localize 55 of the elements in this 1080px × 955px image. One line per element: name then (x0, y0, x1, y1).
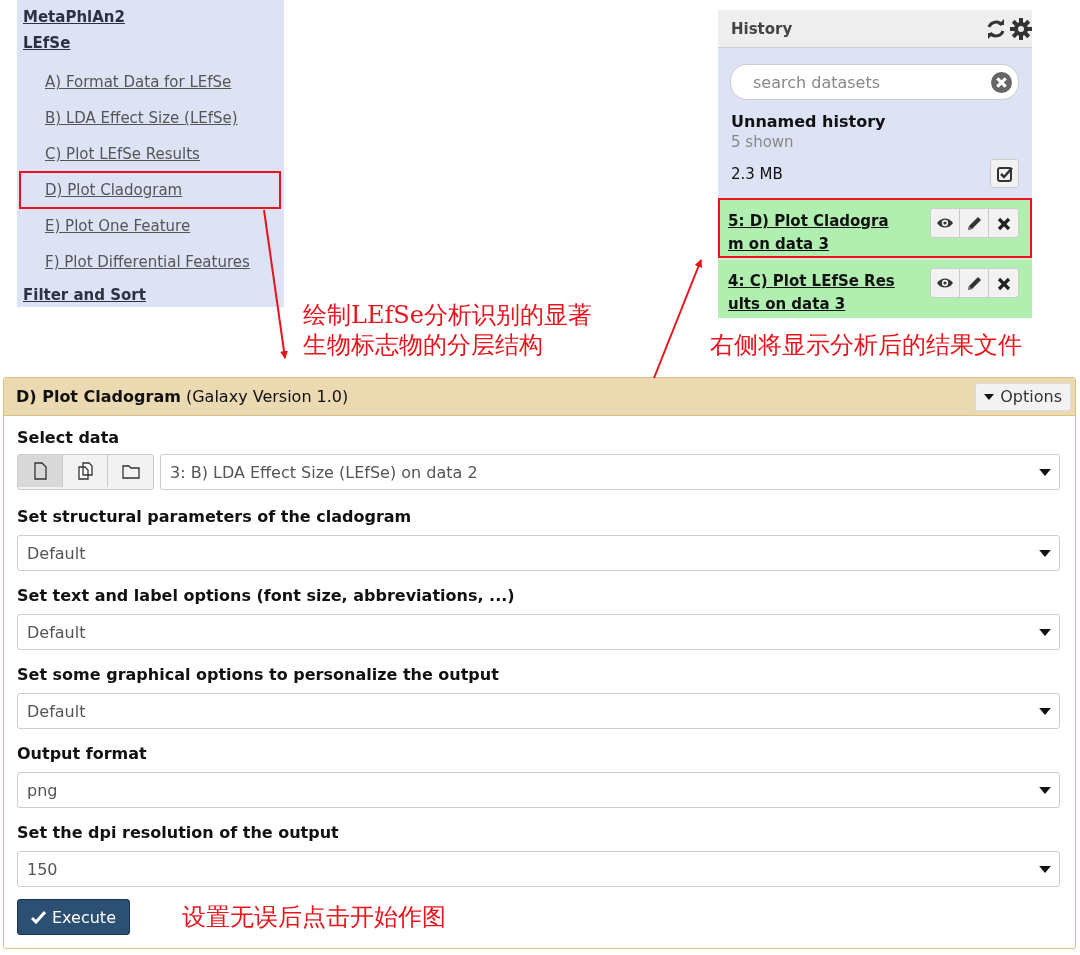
caret-icon (1039, 786, 1051, 794)
tool-link[interactable]: C) Plot LEfSe Results (45, 145, 200, 163)
select-field[interactable]: Default (17, 693, 1060, 729)
clear-icon[interactable] (991, 71, 1012, 93)
caret-icon (984, 393, 995, 400)
check-icon (31, 910, 46, 924)
checkbox-icon (995, 164, 1014, 183)
select-field[interactable]: Default (17, 614, 1060, 650)
tool-link[interactable]: E) Plot One Feature (45, 217, 191, 235)
select-field[interactable]: png (17, 772, 1060, 808)
tool-link[interactable]: F) Plot Differential Features (45, 253, 250, 271)
search-field[interactable]: search datasets (730, 64, 1019, 100)
folder-icon (121, 462, 140, 480)
history-name: Unnamed history (731, 112, 887, 131)
section-link[interactable]: MetaPhlAn2 (23, 8, 125, 26)
field-label: Output format (17, 744, 148, 763)
field-label: Set text and label options (font size, abbreviations, ...) (17, 586, 516, 605)
caret-icon (1039, 628, 1051, 636)
file-icon (31, 462, 49, 480)
tool-link[interactable]: B) LDA Effect Size (LEfSe) (45, 109, 238, 127)
settings-icon[interactable] (1010, 17, 1032, 40)
dataset-title[interactable]: 4: C) Plot LEfSe Results on data 3 (728, 268, 896, 316)
select-field[interactable]: 150 (17, 851, 1060, 887)
field-label: Select data (17, 428, 121, 447)
shown-count: 5 shown (731, 133, 795, 151)
annotation-text: 设置无误后点击开始作图 (182, 902, 446, 932)
options-button[interactable]: Options (975, 382, 1071, 411)
select-field[interactable]: 3: B) LDA Effect Size (LEfSe) on data 2 (160, 454, 1060, 490)
field-label: Set structural parameters of the cladogram (17, 507, 413, 526)
source-toggle-group[interactable] (17, 454, 154, 490)
caret-icon (1039, 549, 1051, 557)
pencil-icon (965, 275, 983, 291)
caret-icon (1039, 468, 1051, 476)
dataset-title[interactable]: 5: D) Plot Cladogram on data 3 (728, 208, 896, 256)
field-label: Set the dpi resolution of the output (17, 823, 340, 842)
execute-button[interactable]: Execute (17, 899, 130, 935)
field-label: Set some graphical options to personalize the output (17, 665, 500, 684)
section-link[interactable]: Filter and Sort (23, 286, 146, 304)
tool-title: D) Plot Cladogram (Galaxy Version 1.0) (16, 387, 350, 406)
history-size: 2.3 MB (731, 164, 783, 183)
tool-link[interactable]: D) Plot Cladogram (45, 181, 183, 199)
caret-icon (1039, 707, 1051, 715)
caret-icon (1039, 865, 1051, 873)
select-items-button[interactable] (990, 159, 1019, 188)
search-input[interactable]: search datasets (751, 71, 991, 93)
annotation-text: 右侧将显示分析后的结果文件 (710, 330, 1023, 360)
section-link[interactable]: LEfSe (23, 34, 71, 52)
select-field[interactable]: Default (17, 535, 1060, 571)
pencil-icon (965, 215, 983, 231)
tool-link[interactable]: A) Format Data for LEfSe (45, 73, 232, 91)
source-toggle-button[interactable] (18, 455, 63, 487)
history-title: History (731, 19, 794, 38)
files-icon (76, 462, 94, 480)
annotation-text: 绘制LEfSe分析识别的显著生物标志物的分层结构 (303, 300, 593, 360)
refresh-icon[interactable] (985, 17, 1007, 40)
